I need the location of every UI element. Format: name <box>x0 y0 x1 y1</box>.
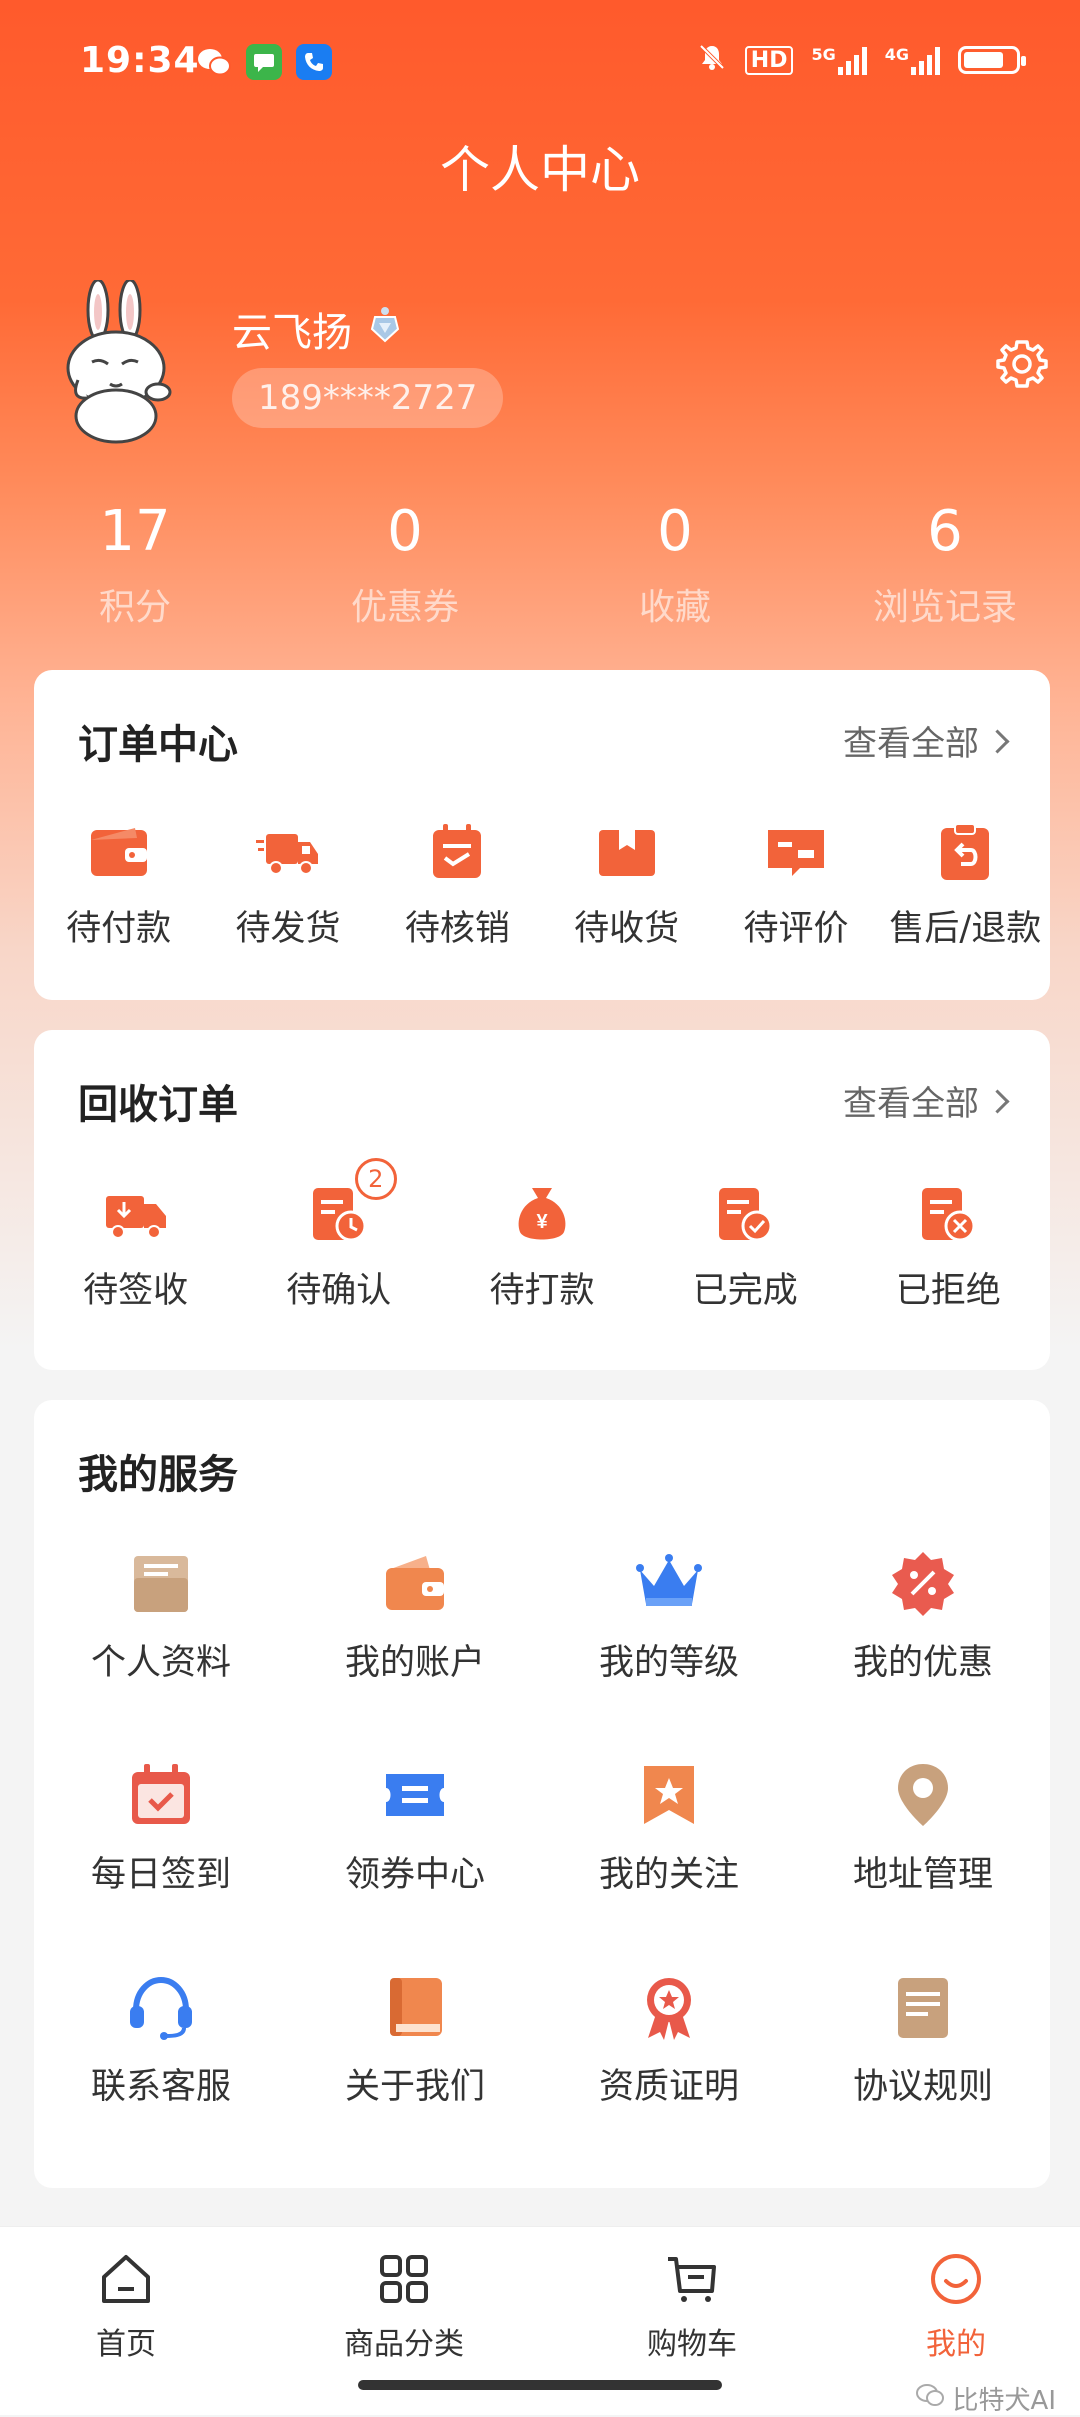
recycle-pending-signoff[interactable]: 待签收 <box>34 1182 237 1313</box>
doc-check-icon <box>713 1182 777 1246</box>
signal-5g: 5G <box>811 45 867 75</box>
tab-home[interactable]: 首页 <box>26 2251 226 2363</box>
status-right: HD 5G 4G <box>697 42 1026 78</box>
svg-text:¥: ¥ <box>536 1211 548 1233</box>
messages-icon <box>246 44 282 80</box>
settings-gear-icon[interactable] <box>994 336 1050 392</box>
smile-icon <box>928 2251 984 2311</box>
doc-reject-icon <box>916 1182 980 1246</box>
service-follow[interactable]: 我的关注 <box>542 1760 796 1897</box>
order-pending-shipment[interactable]: 待发货 <box>203 820 372 951</box>
recycle-orders-title: 回收订单 <box>78 1082 238 1128</box>
coupon-icon <box>380 1760 450 1830</box>
bell-muted-icon <box>697 42 727 78</box>
phone-number: 189****2727 <box>232 368 504 428</box>
pending-count-badge: 2 <box>354 1158 397 1200</box>
discount-badge-icon <box>888 1548 958 1618</box>
grid-icon <box>376 2251 432 2311</box>
service-customer-support[interactable]: 联系客服 <box>34 1972 288 2109</box>
order-pending-receipt[interactable]: 待收货 <box>542 820 711 951</box>
book-icon <box>380 1972 450 2042</box>
order-after-sale[interactable]: 售后/退款 <box>881 820 1050 951</box>
tab-mine[interactable]: 我的 <box>856 2251 1056 2363</box>
recycle-pending-payout[interactable]: ¥ 待打款 <box>440 1182 643 1313</box>
chevron-right-icon <box>985 1089 1010 1114</box>
service-account[interactable]: 我的账户 <box>288 1548 542 1685</box>
stat-coupons[interactable]: 0 优惠券 <box>270 500 540 630</box>
document-icon <box>888 1972 958 2042</box>
recycle-completed[interactable]: 已完成 <box>644 1182 847 1313</box>
service-qualifications[interactable]: 资质证明 <box>542 1972 796 2109</box>
star-bookmark-icon <box>634 1760 704 1830</box>
service-address[interactable]: 地址管理 <box>796 1760 1050 1897</box>
service-agreement-rules[interactable]: 协议规则 <box>796 1972 1050 2109</box>
order-pending-verify[interactable]: 待核销 <box>373 820 542 951</box>
profile-box-icon <box>126 1548 196 1618</box>
order-center-title: 订单中心 <box>78 722 238 768</box>
doc-clock-icon: 2 <box>307 1158 397 1246</box>
recycle-rejected[interactable]: 已拒绝 <box>847 1182 1050 1313</box>
refund-icon <box>933 820 997 884</box>
box-icon <box>595 820 659 884</box>
user-name-text: 云飞扬 <box>232 310 352 356</box>
watermark: 比特犬AI <box>915 2380 1056 2417</box>
status-bar: 19:34 HD 5G 4G <box>0 0 1080 130</box>
stat-points[interactable]: 17 积分 <box>0 500 270 630</box>
service-level[interactable]: 我的等级 <box>542 1548 796 1685</box>
avatar[interactable] <box>60 278 190 450</box>
service-profile[interactable]: 个人资料 <box>34 1548 288 1685</box>
notification-icons <box>196 44 332 80</box>
service-coupon-center[interactable]: 领券中心 <box>288 1760 542 1897</box>
service-checkin[interactable]: 每日签到 <box>34 1760 288 1897</box>
truck-icon <box>255 820 320 884</box>
username: 云飞扬 <box>232 300 402 358</box>
order-view-all-link[interactable]: 查看全部 <box>843 716 1010 765</box>
vip-badge-icon <box>368 305 402 353</box>
order-pending-payment[interactable]: 待付款 <box>34 820 203 951</box>
recycle-view-all-link[interactable]: 查看全部 <box>843 1076 1010 1125</box>
home-indicator[interactable] <box>358 2380 722 2390</box>
wallet-icon <box>87 820 151 884</box>
page-title: 个人中心 <box>440 141 640 199</box>
order-center-card: 订单中心 查看全部 待付款 待发货 待核销 待收货 待评价 售后/退款 <box>34 670 1050 1000</box>
service-about-us[interactable]: 关于我们 <box>288 1972 542 2109</box>
hd-indicator: HD <box>744 45 794 75</box>
tab-categories[interactable]: 商品分类 <box>304 2251 504 2363</box>
signal-4g: 4G <box>885 45 940 75</box>
calendar-checkin-icon <box>126 1760 196 1830</box>
location-pin-icon <box>888 1760 958 1830</box>
wallet-icon <box>380 1548 450 1618</box>
chevron-right-icon <box>985 729 1010 754</box>
battery-icon <box>958 46 1026 74</box>
order-pending-review[interactable]: 待评价 <box>711 820 880 951</box>
calendar-check-icon <box>425 820 489 884</box>
home-icon <box>98 2251 154 2311</box>
tab-cart[interactable]: 购物车 <box>592 2251 792 2363</box>
recycle-pending-confirm[interactable]: 2 待确认 <box>237 1158 440 1313</box>
stats-row: 17 积分 0 优惠券 0 收藏 6 浏览记录 <box>0 500 1080 630</box>
stat-favorites[interactable]: 0 收藏 <box>540 500 810 630</box>
stat-history[interactable]: 6 浏览记录 <box>810 500 1080 630</box>
wechat-icon <box>915 2382 945 2415</box>
comment-icon <box>764 820 828 884</box>
delivery-truck-icon <box>104 1182 168 1246</box>
services-title: 我的服务 <box>78 1452 238 1498</box>
services-card: 我的服务 个人资料 我的账户 我的等级 我的优惠 每日签到 领券中心 我的关注 … <box>34 1400 1050 2188</box>
status-time: 19:34 <box>80 40 200 81</box>
wechat-icon <box>196 44 232 80</box>
money-bag-icon: ¥ <box>510 1182 574 1246</box>
award-medal-icon <box>634 1972 704 2042</box>
recycle-orders-card: 回收订单 查看全部 待签收 2 待确认 ¥ 待打款 已完成 已拒绝 <box>34 1030 1050 1370</box>
headset-icon <box>126 1972 196 2042</box>
service-discount[interactable]: 我的优惠 <box>796 1548 1050 1685</box>
phone-icon <box>296 44 332 80</box>
cart-icon <box>664 2251 720 2311</box>
crown-icon <box>634 1548 704 1618</box>
